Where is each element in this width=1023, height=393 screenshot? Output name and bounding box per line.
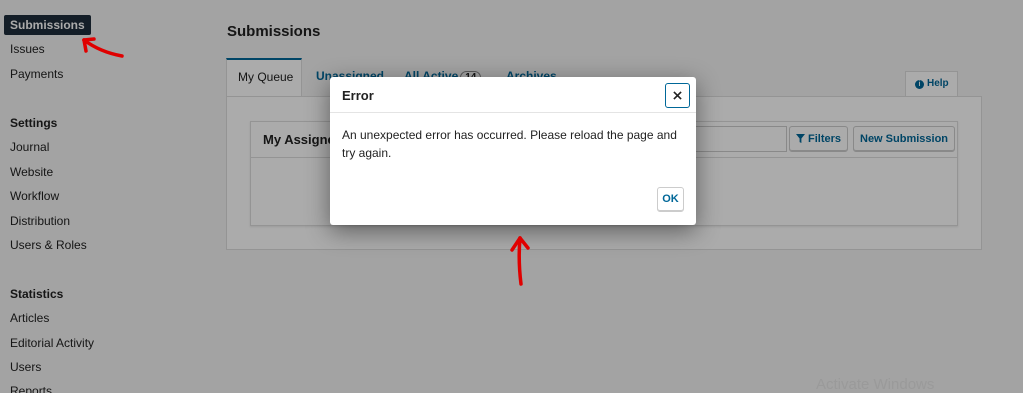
ok-button[interactable]: OK (657, 187, 684, 212)
error-dialog: Error An unexpected error has occurred. … (330, 77, 696, 225)
close-icon (673, 91, 682, 100)
close-button[interactable] (665, 83, 690, 108)
dialog-title: Error (342, 88, 374, 103)
dialog-header: Error (330, 77, 696, 113)
activation-watermark: Activate Windows (816, 376, 935, 393)
dialog-message: An unexpected error has occurred. Please… (342, 128, 677, 160)
